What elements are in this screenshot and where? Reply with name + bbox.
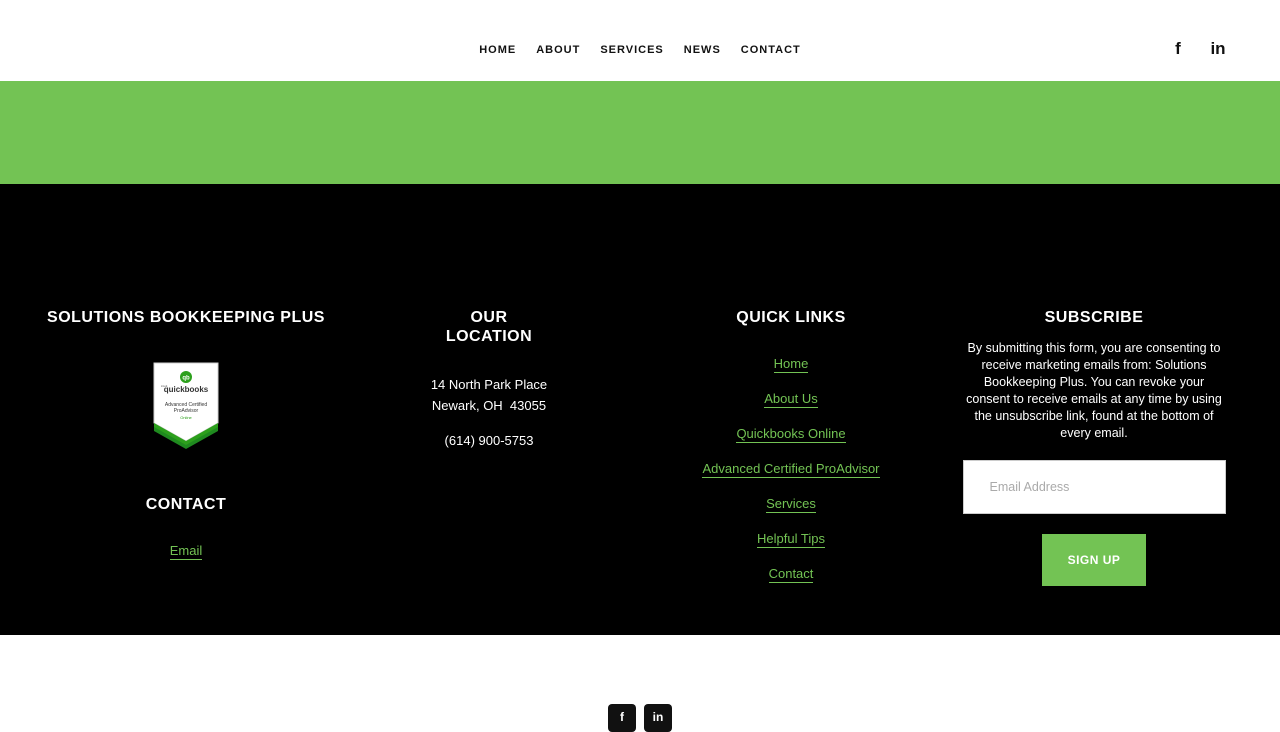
list-item: Contact <box>641 565 941 600</box>
quick-link-services[interactable]: Services <box>766 495 816 513</box>
header-social-links: f in <box>1168 38 1228 60</box>
email-link[interactable]: Email <box>169 542 203 560</box>
nav-contact[interactable]: CONTACT <box>741 42 801 58</box>
subscribe-title: SUBSCRIBE <box>1044 309 1144 326</box>
footer-company-column: SOLUTIONS BOOKKEEPING PLUS qb intuit qui… <box>36 308 336 560</box>
quickbooks-badge: qb intuit quickbooks Advanced Certified … <box>152 361 220 451</box>
location-title: OUR LOCATION <box>445 309 533 345</box>
main-nav: HOME ABOUT SERVICES NEWS CONTACT <box>0 42 1280 58</box>
linkedin-icon[interactable]: in <box>1208 38 1228 60</box>
quickbooks-proadvisor-badge-icon: qb intuit quickbooks Advanced Certified … <box>153 362 219 449</box>
footer-subscribe-column: SUBSCRIBE By submitting this form, you a… <box>944 308 1244 586</box>
quick-links-list: Home About Us Quickbooks Online Advanced… <box>641 355 941 600</box>
list-item: About Us <box>641 390 941 425</box>
list-item: Services <box>641 495 941 530</box>
quick-links-title: QUICK LINKS <box>736 309 846 326</box>
facebook-icon[interactable]: f <box>608 704 636 732</box>
contact-title: CONTACT <box>145 496 227 513</box>
linkedin-icon[interactable]: in <box>644 704 672 732</box>
quick-link-proadvisor[interactable]: Advanced Certified ProAdvisor <box>702 460 880 478</box>
facebook-icon[interactable]: f <box>1168 38 1188 60</box>
address-line-2: Newark, OH 43055 <box>431 398 547 413</box>
address-block: 14 North Park Place Newark, OH 43055 <box>339 374 639 416</box>
quick-link-quickbooks-online[interactable]: Quickbooks Online <box>736 425 846 443</box>
bottom-social-links: f in <box>608 704 672 732</box>
list-item: Advanced Certified ProAdvisor <box>641 460 941 495</box>
badge-line2: ProAdvisor <box>174 408 199 414</box>
email-address-input[interactable] <box>962 460 1226 514</box>
nav-home[interactable]: HOME <box>479 42 516 58</box>
quick-link-contact[interactable]: Contact <box>768 565 814 583</box>
quick-link-about-us[interactable]: About Us <box>764 390 818 408</box>
quick-link-helpful-tips[interactable]: Helpful Tips <box>757 530 825 548</box>
nav-about[interactable]: ABOUT <box>536 42 580 58</box>
list-item: Quickbooks Online <box>641 425 941 460</box>
badge-line3: Online <box>180 415 192 420</box>
nav-services[interactable]: SERVICES <box>600 42 663 58</box>
site-header: HOME ABOUT SERVICES NEWS CONTACT f in <box>0 0 1280 81</box>
list-item: Helpful Tips <box>641 530 941 565</box>
footer-quick-links-column: QUICK LINKS Home About Us Quickbooks Onl… <box>641 308 941 600</box>
badge-brand-text: quickbooks <box>164 385 209 394</box>
hero-green-band <box>0 81 1280 184</box>
footer-location-column: OUR LOCATION 14 North Park Place Newark,… <box>339 308 639 451</box>
address-line-1: 14 North Park Place <box>430 377 548 392</box>
quick-link-home[interactable]: Home <box>773 355 809 373</box>
subscribe-description: By submitting this form, you are consent… <box>966 341 1222 440</box>
email-link-wrap: Email <box>36 542 336 560</box>
sign-up-button[interactable]: SIGN UP <box>1042 534 1146 586</box>
site-footer: SOLUTIONS BOOKKEEPING PLUS qb intuit qui… <box>0 184 1280 635</box>
nav-news[interactable]: NEWS <box>684 42 721 58</box>
svg-text:qb: qb <box>182 376 190 382</box>
list-item: Home <box>641 355 941 390</box>
phone-number: (614) 900-5753 <box>444 433 534 448</box>
company-title: SOLUTIONS BOOKKEEPING PLUS <box>47 309 325 326</box>
